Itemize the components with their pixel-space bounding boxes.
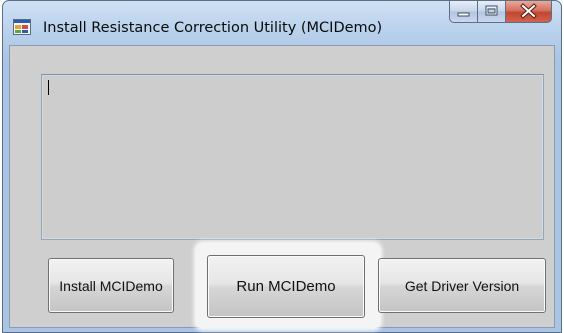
minimize-button[interactable] — [449, 1, 478, 23]
text-caret — [48, 80, 49, 95]
get-driver-version-button[interactable]: Get Driver Version — [378, 258, 546, 313]
install-mcidemo-button[interactable]: Install MCIDemo — [48, 258, 174, 313]
close-button[interactable] — [506, 1, 552, 23]
title-bar[interactable]: Install Resistance Correction Utility (M… — [3, 1, 561, 45]
window-title: Install Resistance Correction Utility (M… — [43, 20, 383, 36]
maximize-button[interactable] — [478, 1, 506, 23]
caption-buttons — [449, 1, 552, 23]
output-textbox[interactable] — [41, 74, 544, 240]
run-mcidemo-button[interactable]: Run MCIDemo — [207, 255, 365, 318]
app-window-icon[interactable] — [13, 19, 31, 35]
client-area: Install MCIDemo Run MCIDemo Get Driver V… — [9, 45, 555, 328]
app-window: Install Resistance Correction Utility (M… — [2, 0, 562, 333]
